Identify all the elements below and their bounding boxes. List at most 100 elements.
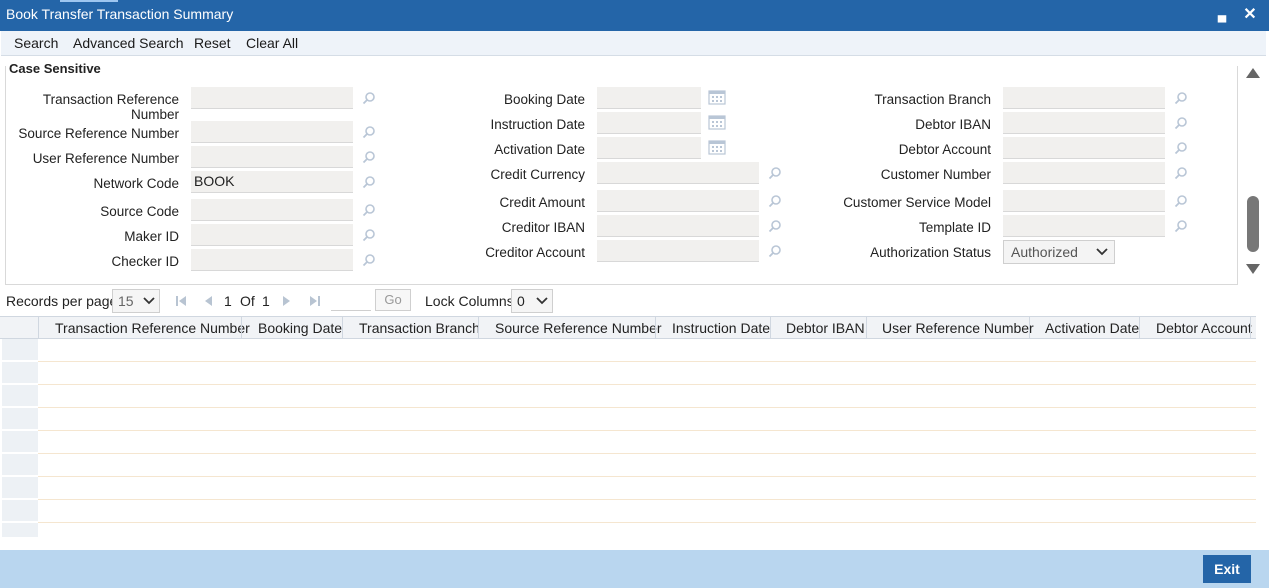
row-selector[interactable] xyxy=(2,500,38,522)
credit-amount-field[interactable] xyxy=(597,190,759,212)
debtor-account-label: Debtor Account xyxy=(898,142,991,157)
user-reference-number-field[interactable] xyxy=(191,146,353,168)
search-icon[interactable] xyxy=(1174,219,1188,233)
search-icon[interactable] xyxy=(362,228,376,242)
next-page-icon[interactable] xyxy=(282,295,292,307)
clear-all-button[interactable]: Clear All xyxy=(246,35,298,51)
column-separator xyxy=(1250,317,1251,339)
current-page: 1 xyxy=(224,293,232,309)
search-icon[interactable] xyxy=(768,166,782,180)
row-selector[interactable] xyxy=(2,408,38,430)
debtor-iban-field[interactable] xyxy=(1003,112,1165,134)
row-selector[interactable] xyxy=(2,362,38,384)
lock-columns-select[interactable]: 0 xyxy=(511,289,553,313)
row-selector[interactable] xyxy=(2,385,38,407)
advanced-search-button[interactable]: Advanced Search xyxy=(73,35,184,51)
transaction-reference-number-field[interactable] xyxy=(191,87,353,109)
search-icon[interactable] xyxy=(1174,194,1188,208)
booking-date-field[interactable] xyxy=(597,87,701,109)
customer-service-model-field[interactable] xyxy=(1003,190,1165,212)
search-icon[interactable] xyxy=(768,194,782,208)
previous-page-icon[interactable] xyxy=(203,295,213,307)
search-icon[interactable] xyxy=(362,175,376,189)
credit-currency-field[interactable] xyxy=(597,162,759,184)
row-selector[interactable] xyxy=(2,339,38,361)
scroll-up-icon[interactable] xyxy=(1246,68,1260,78)
column-header-booking-date[interactable]: Booking Date xyxy=(258,320,342,336)
source-reference-number-field[interactable] xyxy=(191,121,353,143)
grid-header: Transaction Reference Number Booking Dat… xyxy=(0,316,1256,339)
transaction-branch-field[interactable] xyxy=(1003,87,1165,109)
records-per-page-value: 15 xyxy=(118,293,134,309)
source-code-field[interactable] xyxy=(191,199,353,221)
column-header-transaction-reference-number[interactable]: Transaction Reference Number xyxy=(55,320,250,336)
pagination-bar: Records per page 15 1 Of 1 Go Lock Colum… xyxy=(0,288,1269,315)
column-header-user-reference-number[interactable]: User Reference Number xyxy=(882,320,1034,336)
go-button[interactable]: Go xyxy=(375,289,411,311)
first-page-icon[interactable] xyxy=(175,295,187,307)
column-header-debtor-account[interactable]: Debtor Account xyxy=(1156,320,1252,336)
search-icon[interactable] xyxy=(1174,166,1188,180)
maker-id-label: Maker ID xyxy=(124,229,179,244)
row-divider xyxy=(38,361,1256,362)
column-header-instruction-date[interactable]: Instruction Date xyxy=(672,320,770,336)
authorization-status-select[interactable]: Authorized xyxy=(1003,240,1115,264)
row-selector[interactable] xyxy=(2,523,38,538)
search-icon[interactable] xyxy=(1174,141,1188,155)
column-header-debtor-iban[interactable]: Debtor IBAN xyxy=(786,320,865,336)
column-header-source-reference-number[interactable]: Source Reference Number xyxy=(495,320,662,336)
reset-button[interactable]: Reset xyxy=(194,35,231,51)
debtor-account-field[interactable] xyxy=(1003,137,1165,159)
column-header-activation-date[interactable]: Activation Date xyxy=(1045,320,1139,336)
creditor-iban-field[interactable] xyxy=(597,215,759,237)
scrollbar-thumb[interactable] xyxy=(1247,196,1259,252)
search-icon[interactable] xyxy=(768,219,782,233)
page-number-input[interactable] xyxy=(331,291,371,311)
instruction-date-field[interactable] xyxy=(597,112,701,134)
row-divider xyxy=(38,407,1256,408)
debtor-iban-label: Debtor IBAN xyxy=(915,117,991,132)
search-icon[interactable] xyxy=(362,203,376,217)
row-divider xyxy=(38,522,1256,523)
column-header-transaction-branch[interactable]: Transaction Branch xyxy=(359,320,480,336)
minimize-icon[interactable]: ▄ xyxy=(1213,6,1231,24)
template-id-field[interactable] xyxy=(1003,215,1165,237)
customer-number-field[interactable] xyxy=(1003,162,1165,184)
creditor-account-field[interactable] xyxy=(597,240,759,262)
row-selector[interactable] xyxy=(2,454,38,476)
network-code-field[interactable]: BOOK xyxy=(191,171,353,193)
search-icon[interactable] xyxy=(362,91,376,105)
search-icon[interactable] xyxy=(1174,116,1188,130)
authorization-status-value: Authorized xyxy=(1011,244,1078,260)
row-selector[interactable] xyxy=(2,477,38,499)
network-code-label: Network Code xyxy=(93,176,179,191)
last-page-icon[interactable] xyxy=(309,295,321,307)
calendar-icon[interactable] xyxy=(708,89,726,105)
search-icon[interactable] xyxy=(362,253,376,267)
row-divider xyxy=(38,453,1256,454)
records-per-page-label: Records per page xyxy=(6,293,118,309)
checker-id-label: Checker ID xyxy=(111,254,179,269)
column-separator xyxy=(241,317,242,339)
criteria-scrollbar[interactable] xyxy=(1244,62,1262,280)
source-code-label: Source Code xyxy=(100,204,179,219)
search-icon[interactable] xyxy=(768,244,782,258)
chevron-down-icon xyxy=(143,297,155,305)
search-button[interactable]: Search xyxy=(14,35,58,51)
toolbar: Search Advanced Search Reset Clear All xyxy=(1,31,1266,56)
search-icon[interactable] xyxy=(362,150,376,164)
records-per-page-select[interactable]: 15 xyxy=(112,289,160,313)
row-selector[interactable] xyxy=(2,431,38,453)
maker-id-field[interactable] xyxy=(191,224,353,246)
instruction-date-label: Instruction Date xyxy=(490,117,585,132)
calendar-icon[interactable] xyxy=(708,114,726,130)
close-icon[interactable]: ✕ xyxy=(1241,6,1259,24)
total-pages: 1 xyxy=(262,293,270,309)
scroll-down-icon[interactable] xyxy=(1246,264,1260,274)
search-icon[interactable] xyxy=(1174,91,1188,105)
checker-id-field[interactable] xyxy=(191,249,353,271)
search-icon[interactable] xyxy=(362,125,376,139)
activation-date-field[interactable] xyxy=(597,137,701,159)
calendar-icon[interactable] xyxy=(708,139,726,155)
exit-button[interactable]: Exit xyxy=(1203,555,1251,583)
